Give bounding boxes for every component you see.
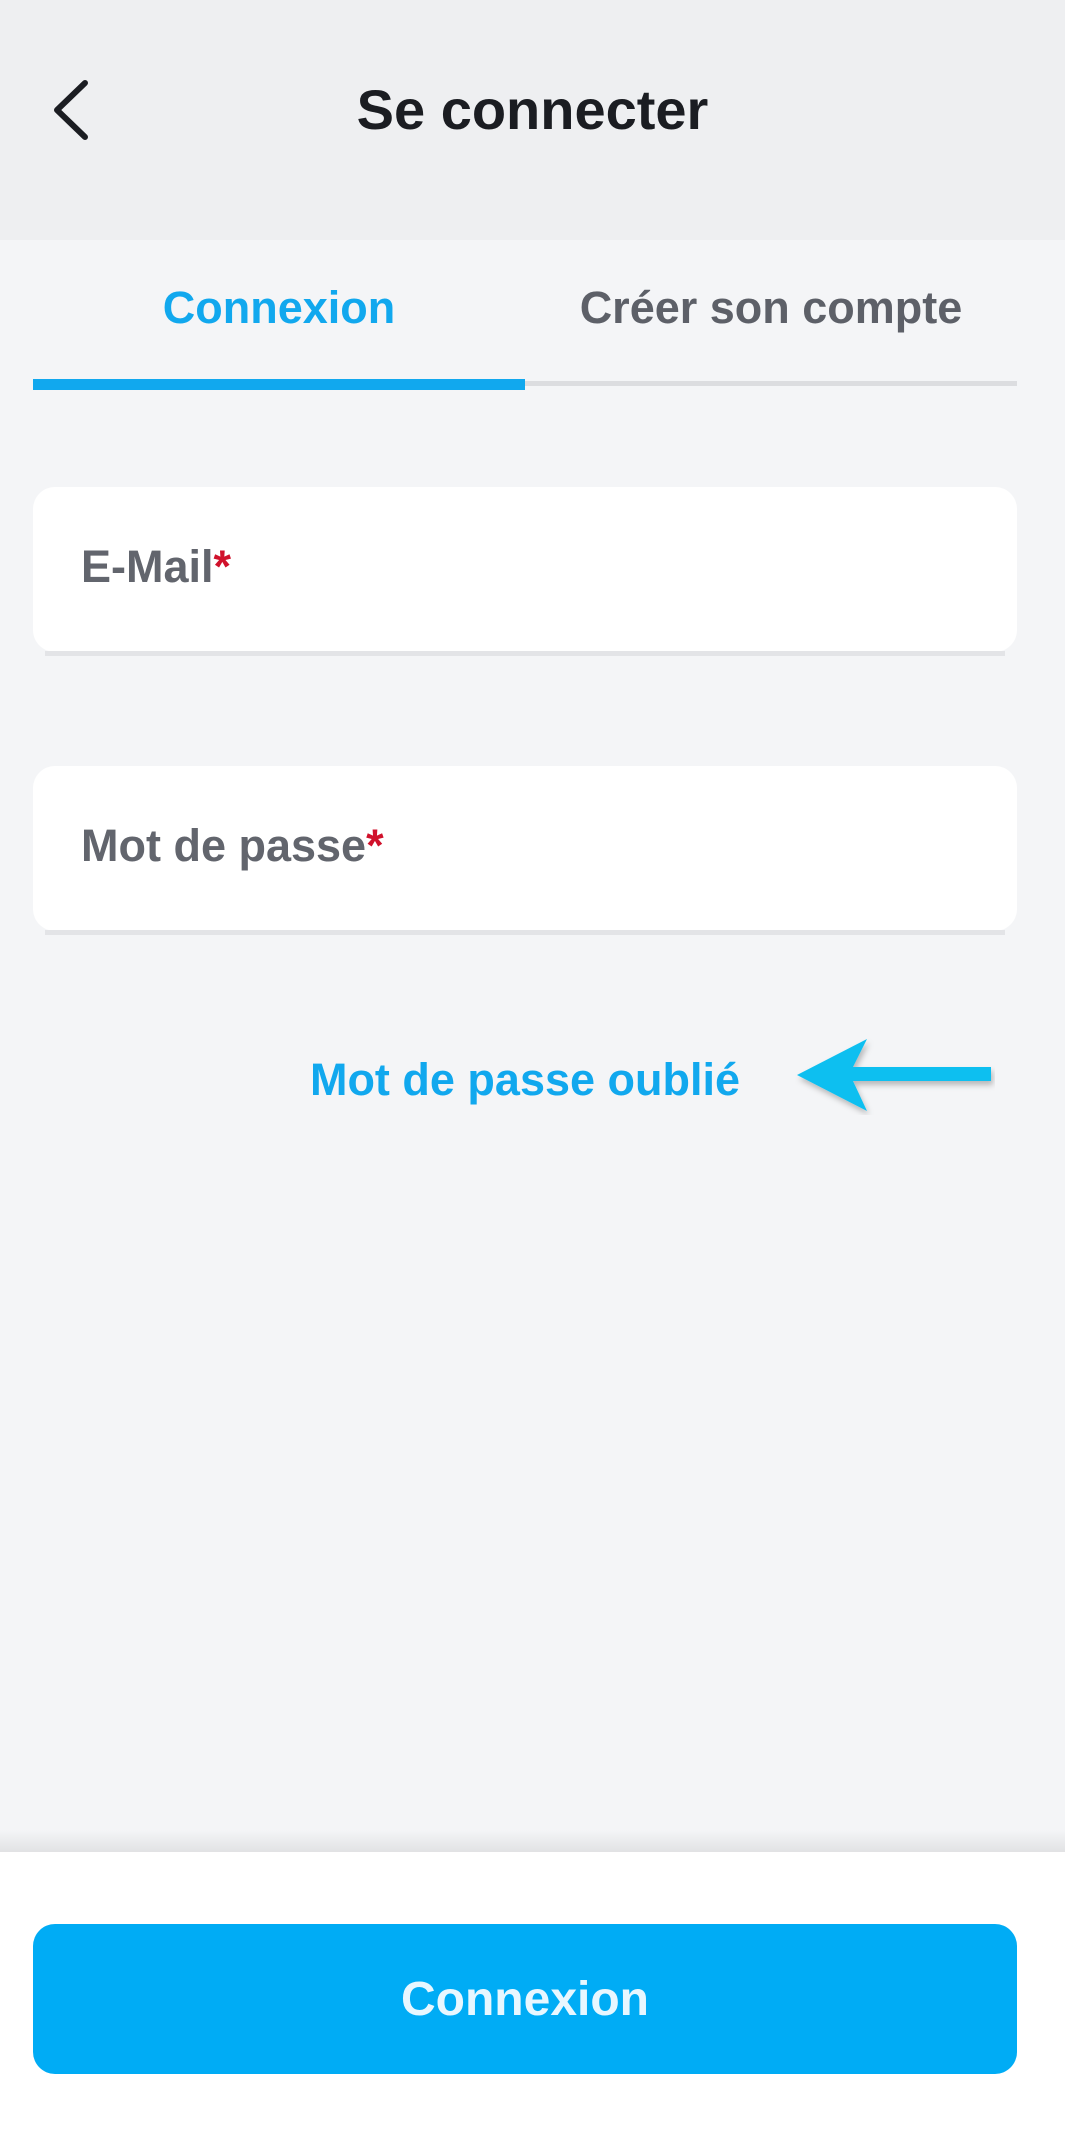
page-title: Se connecter [356, 78, 709, 141]
password-label: Mot de passe* [81, 816, 384, 876]
arrow-left-icon [797, 1039, 991, 1111]
app-header: Se connecter [0, 0, 1065, 240]
email-underline [45, 651, 1005, 656]
tab-connexion[interactable]: Connexion [33, 240, 525, 390]
login-submit-button[interactable]: Connexion [33, 1924, 1017, 2074]
footer-bar: Connexion [0, 1852, 1065, 2137]
auth-tabs: Connexion Créer son compte [33, 240, 1017, 390]
footer-shadow [0, 1830, 1065, 1852]
email-label: E-Mail* [81, 537, 231, 597]
password-underline [45, 930, 1005, 935]
email-label-text: E-Mail [81, 541, 214, 592]
email-field[interactable]: E-Mail* [33, 487, 1017, 656]
password-label-text: Mot de passe [81, 820, 367, 871]
password-field[interactable]: Mot de passe* [33, 766, 1017, 935]
login-screen: Se connecter Connexion Créer son compte … [0, 0, 1065, 2137]
required-asterisk: * [213, 541, 232, 592]
active-tab-indicator [33, 379, 525, 390]
required-asterisk: * [366, 820, 384, 871]
tab-create-account[interactable]: Créer son compte [525, 240, 1017, 390]
